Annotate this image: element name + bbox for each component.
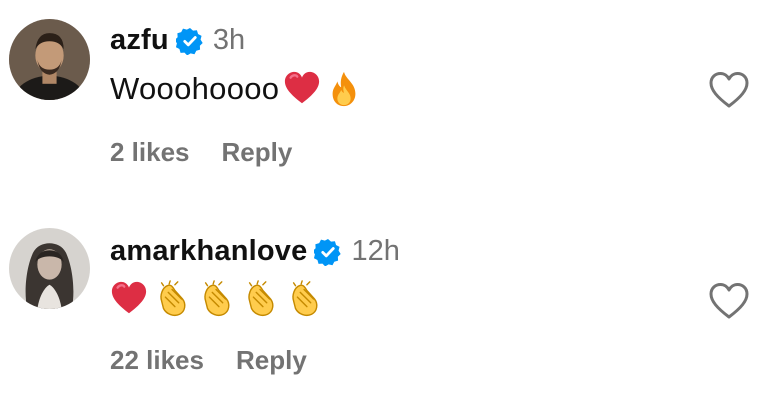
profile-photo-icon: [9, 19, 90, 100]
comment-header: azfu 3h: [110, 24, 245, 57]
red-heart-emoji-icon: [110, 280, 148, 318]
verified-badge-icon: [175, 27, 204, 55]
comment-body: [110, 280, 324, 318]
comment: amarkhanlove 12h 22 likes Reply: [0, 210, 764, 400]
comment-actions: 22 likes Reply: [110, 345, 307, 376]
like-heart-icon[interactable]: [707, 281, 751, 321]
clapping-hands-emoji-icon: [242, 280, 280, 318]
likes-count[interactable]: 2 likes: [110, 137, 190, 168]
avatar[interactable]: [9, 228, 90, 309]
clapping-hands-emoji-icon: [286, 280, 324, 318]
comment-timestamp: 3h: [212, 24, 246, 56]
comment-header: amarkhanlove 12h: [110, 235, 400, 268]
profile-photo-icon: [9, 228, 90, 309]
reply-button[interactable]: Reply: [236, 345, 307, 376]
comment-actions: 2 likes Reply: [110, 137, 292, 168]
likes-count[interactable]: 22 likes: [110, 345, 204, 376]
clapping-hands-emoji-icon: [154, 280, 192, 318]
clapping-hands-emoji-icon: [198, 280, 236, 318]
verified-badge-icon: [314, 238, 342, 266]
red-heart-emoji-icon: [283, 70, 321, 108]
avatar[interactable]: [9, 19, 90, 100]
comment-body: Wooohoooo: [110, 70, 363, 108]
fire-emoji-icon: [325, 70, 363, 108]
like-heart-icon[interactable]: [707, 70, 751, 110]
comment-text: Wooohoooo: [110, 71, 280, 106]
reply-button[interactable]: Reply: [222, 137, 293, 168]
comment-timestamp: 12h: [351, 235, 400, 267]
comment: azfu 3h Wooohoooo 2 likes Reply: [0, 0, 764, 200]
username[interactable]: amarkhanlove: [110, 235, 307, 268]
username[interactable]: azfu: [110, 24, 169, 57]
